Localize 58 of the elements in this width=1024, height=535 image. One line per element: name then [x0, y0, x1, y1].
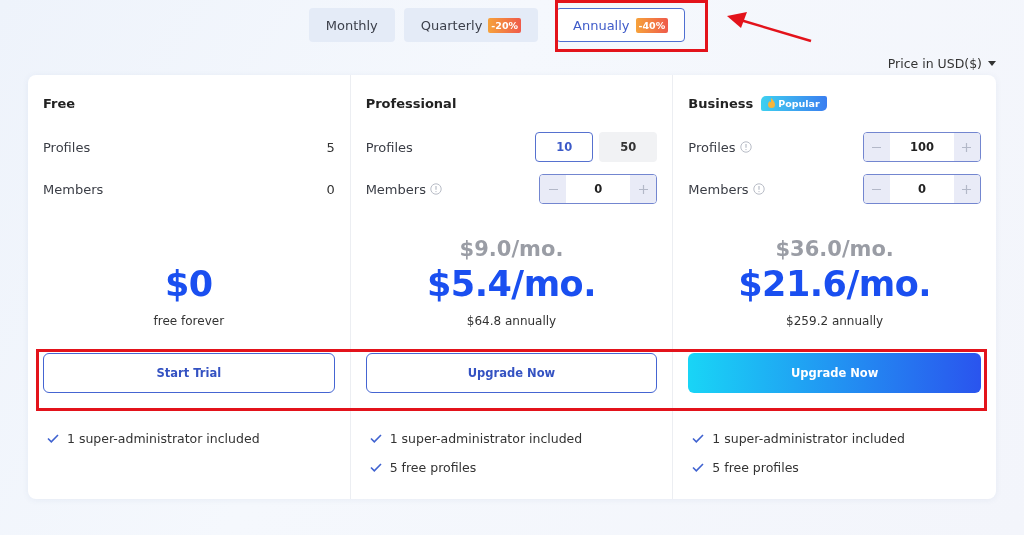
flame-icon — [768, 98, 776, 108]
billing-note: $64.8 annually — [465, 313, 558, 330]
row-value: 5 — [326, 139, 335, 155]
plan-button[interactable]: Upgrade Now — [688, 353, 981, 393]
plan-button[interactable]: Upgrade Now — [365, 353, 658, 393]
row-label: Members — [43, 181, 104, 197]
increment-button[interactable] — [630, 175, 657, 203]
row-label: Members — [365, 181, 426, 197]
billing-tab[interactable]: Monthly — [308, 8, 395, 42]
billing-tab[interactable]: Annually -40% — [556, 8, 686, 42]
stepper-value: 0 — [916, 181, 927, 198]
stepper-value: 100 — [908, 139, 935, 156]
feature-text: 1 super-administrator included — [67, 430, 260, 446]
check-icon — [369, 433, 382, 443]
feature-text: 1 super-administrator included — [712, 430, 905, 446]
row-value: 0 — [326, 181, 335, 197]
billing-note: free forever — [152, 313, 226, 330]
plan-price: $5.4/mo. — [426, 263, 597, 306]
original-price: $36.0/mo. — [775, 237, 894, 261]
increment-button[interactable] — [954, 133, 980, 161]
currency-selector[interactable]: Price in USD($) — [887, 55, 982, 71]
quantity-stepper[interactable]: 0 — [863, 174, 981, 204]
plan-name: Business — [688, 95, 754, 111]
billing-note: $259.2 annually — [785, 313, 885, 330]
decrement-button[interactable] — [864, 133, 890, 161]
plus-icon — [962, 142, 972, 152]
discount-badge: -20% — [488, 17, 522, 33]
original-price: $9.0/mo. — [459, 237, 564, 261]
increment-button[interactable] — [954, 175, 980, 203]
quantity-option[interactable]: 10 — [535, 132, 594, 162]
plus-icon — [638, 184, 648, 194]
stepper-value: 0 — [593, 181, 604, 198]
caret-icon[interactable] — [988, 60, 996, 66]
plan-name: Free — [43, 95, 76, 111]
discount-badge: -40% — [635, 17, 669, 33]
billing-tab[interactable]: Quarterly -20% — [403, 8, 539, 42]
plan-button[interactable]: Start Trial — [43, 353, 335, 393]
row-label: Members — [688, 181, 749, 197]
row-label: Profiles — [43, 139, 91, 155]
check-icon — [47, 433, 59, 443]
plan-price: $0 — [163, 263, 214, 306]
check-icon — [692, 433, 705, 443]
plus-icon — [962, 184, 972, 194]
quantity-stepper[interactable]: 100 — [863, 132, 981, 162]
plan-name: Professional — [365, 95, 457, 111]
quantity-option[interactable]: 50 — [599, 132, 658, 162]
check-icon — [369, 462, 382, 472]
feature-text: 1 super-administrator included — [389, 430, 583, 446]
popular-badge: Popular — [761, 95, 827, 111]
plan-price: $21.6/mo. — [737, 263, 933, 306]
decrement-button[interactable] — [864, 175, 890, 203]
feature-text: 5 free profiles — [389, 459, 477, 475]
row-label: Profiles — [365, 139, 413, 155]
row-label: Profiles — [688, 139, 736, 155]
decrement-button[interactable] — [540, 175, 567, 203]
check-icon — [692, 462, 705, 472]
feature-text: 5 free profiles — [712, 459, 799, 475]
quantity-stepper[interactable]: 0 — [539, 174, 658, 204]
